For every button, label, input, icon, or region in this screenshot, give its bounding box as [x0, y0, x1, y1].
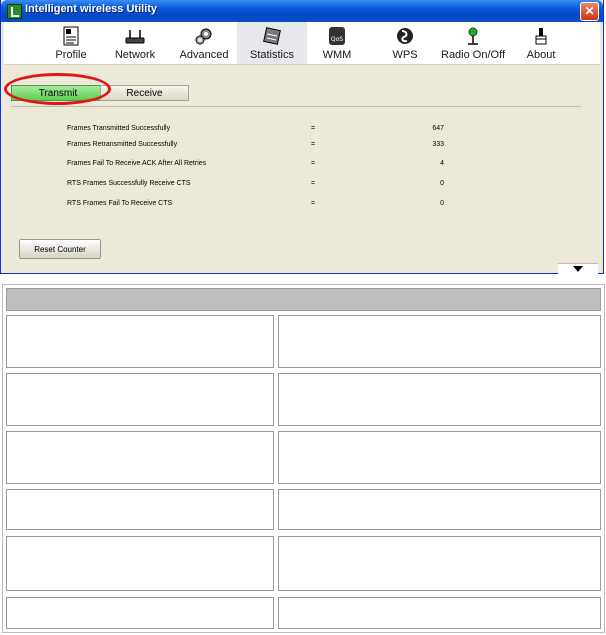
table-cell: [6, 536, 274, 591]
toolbar-label: Radio On/Off: [441, 49, 505, 61]
window-title: Intelligent wireless Utility: [25, 3, 158, 15]
reset-counter-button[interactable]: Reset Counter: [19, 239, 101, 259]
highlight-annotation: [4, 73, 111, 105]
table-cell: [6, 597, 274, 629]
table-cell: [6, 489, 274, 530]
stat-label: Frames Fail To Receive ACK After All Ret…: [67, 160, 207, 167]
toolbar-label: WMM: [322, 49, 352, 61]
main-toolbar: Profile Network Advanced Statistics QoS …: [4, 22, 600, 65]
toolbar-radio-button[interactable]: Radio On/Off: [437, 22, 509, 64]
toolbar-label: About: [526, 49, 556, 61]
table-cell: [6, 431, 274, 484]
wmm-icon: QoS: [329, 27, 345, 45]
stat-equals: =: [311, 200, 316, 207]
table-cell: [278, 597, 601, 629]
stat-value: 647: [432, 125, 444, 132]
profile-icon: [63, 26, 79, 46]
table-cell: [6, 315, 274, 368]
stat-equals: =: [311, 141, 316, 148]
tab-receive[interactable]: Receive: [100, 85, 189, 101]
table-cell: [278, 489, 601, 530]
stat-value: 0: [440, 180, 444, 187]
stat-value: 0: [440, 200, 444, 207]
stat-label: RTS Frames Successfully Receive CTS: [67, 180, 191, 187]
radio-icon: [468, 27, 478, 45]
toolbar-label: Network: [114, 49, 156, 61]
stat-label: Frames Retransmitted Successfully: [67, 141, 178, 148]
advanced-icon: [195, 28, 212, 45]
toolbar-profile-button[interactable]: Profile: [47, 22, 95, 64]
title-bar[interactable]: Intelligent wireless Utility ✕: [1, 0, 603, 22]
stat-equals: =: [311, 180, 316, 187]
close-button[interactable]: ✕: [580, 2, 599, 21]
toolbar-advanced-button[interactable]: Advanced: [176, 22, 232, 64]
toolbar-wps-button[interactable]: WPS: [384, 22, 426, 64]
network-icon: [125, 30, 145, 44]
table-cell: [6, 373, 274, 426]
stat-label: Frames Transmitted Successfully: [67, 125, 171, 132]
table-cell: [278, 315, 601, 368]
svg-text:QoS: QoS: [331, 36, 343, 43]
table-header: [6, 288, 601, 311]
stat-value: 4: [440, 160, 444, 167]
description-table: [2, 284, 605, 633]
divider: [11, 106, 581, 107]
app-icon: [7, 4, 22, 19]
table-cell: [278, 536, 601, 591]
toolbar-label: WPS: [392, 49, 418, 61]
toolbar-label: Advanced: [179, 49, 229, 61]
app-window: Intelligent wireless Utility ✕ Profile N…: [0, 0, 604, 274]
wps-icon: [397, 28, 413, 44]
toolbar-network-button[interactable]: Network: [108, 22, 162, 64]
toolbar-about-button[interactable]: About: [521, 22, 561, 64]
about-icon: [535, 28, 547, 45]
toolbar-label: Statistics: [249, 49, 294, 61]
stat-label: RTS Frames Fail To Receive CTS: [67, 200, 173, 207]
table-cell: [278, 431, 601, 484]
stat-equals: =: [311, 160, 316, 167]
stat-equals: =: [311, 125, 316, 132]
toolbar-statistics-button[interactable]: Statistics: [237, 22, 307, 64]
expand-toggle-button[interactable]: [558, 263, 598, 274]
toolbar-wmm-button[interactable]: QoS WMM: [314, 22, 360, 64]
statistics-icon: [263, 27, 281, 45]
toolbar-label: Profile: [55, 49, 87, 61]
table-cell: [278, 373, 601, 426]
stat-value: 333: [432, 141, 444, 148]
